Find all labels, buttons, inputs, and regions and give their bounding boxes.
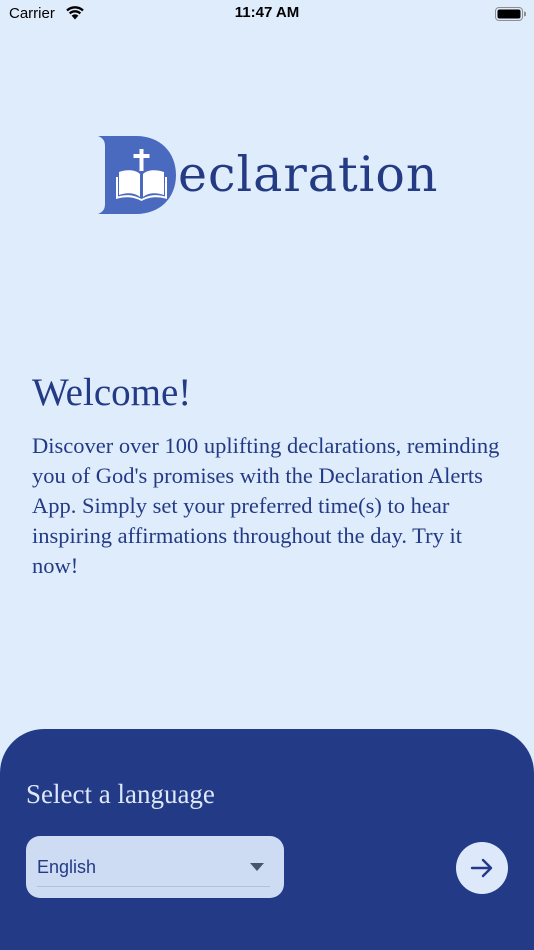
welcome-description: Discover over 100 uplifting declarations… (32, 433, 500, 578)
status-time: 11:47 AM (234, 4, 300, 21)
battery-icon (495, 7, 526, 21)
dropdown-underline (37, 886, 270, 887)
app-logo: eclaration (96, 134, 439, 218)
select-language-heading: Select a language (26, 779, 215, 809)
arrow-right-icon (470, 858, 493, 878)
language-sheet: Select a language English (0, 729, 534, 950)
language-dropdown[interactable]: English (26, 836, 284, 898)
welcome-title: Welcome! (32, 371, 192, 414)
selected-language: English (37, 857, 97, 877)
chevron-down-icon (250, 863, 264, 871)
status-bar: Carrier 11:47 AM (0, 0, 534, 28)
logo-wordmark: eclaration (178, 146, 439, 203)
bible-cross-icon (98, 136, 176, 214)
next-button[interactable] (456, 842, 508, 894)
